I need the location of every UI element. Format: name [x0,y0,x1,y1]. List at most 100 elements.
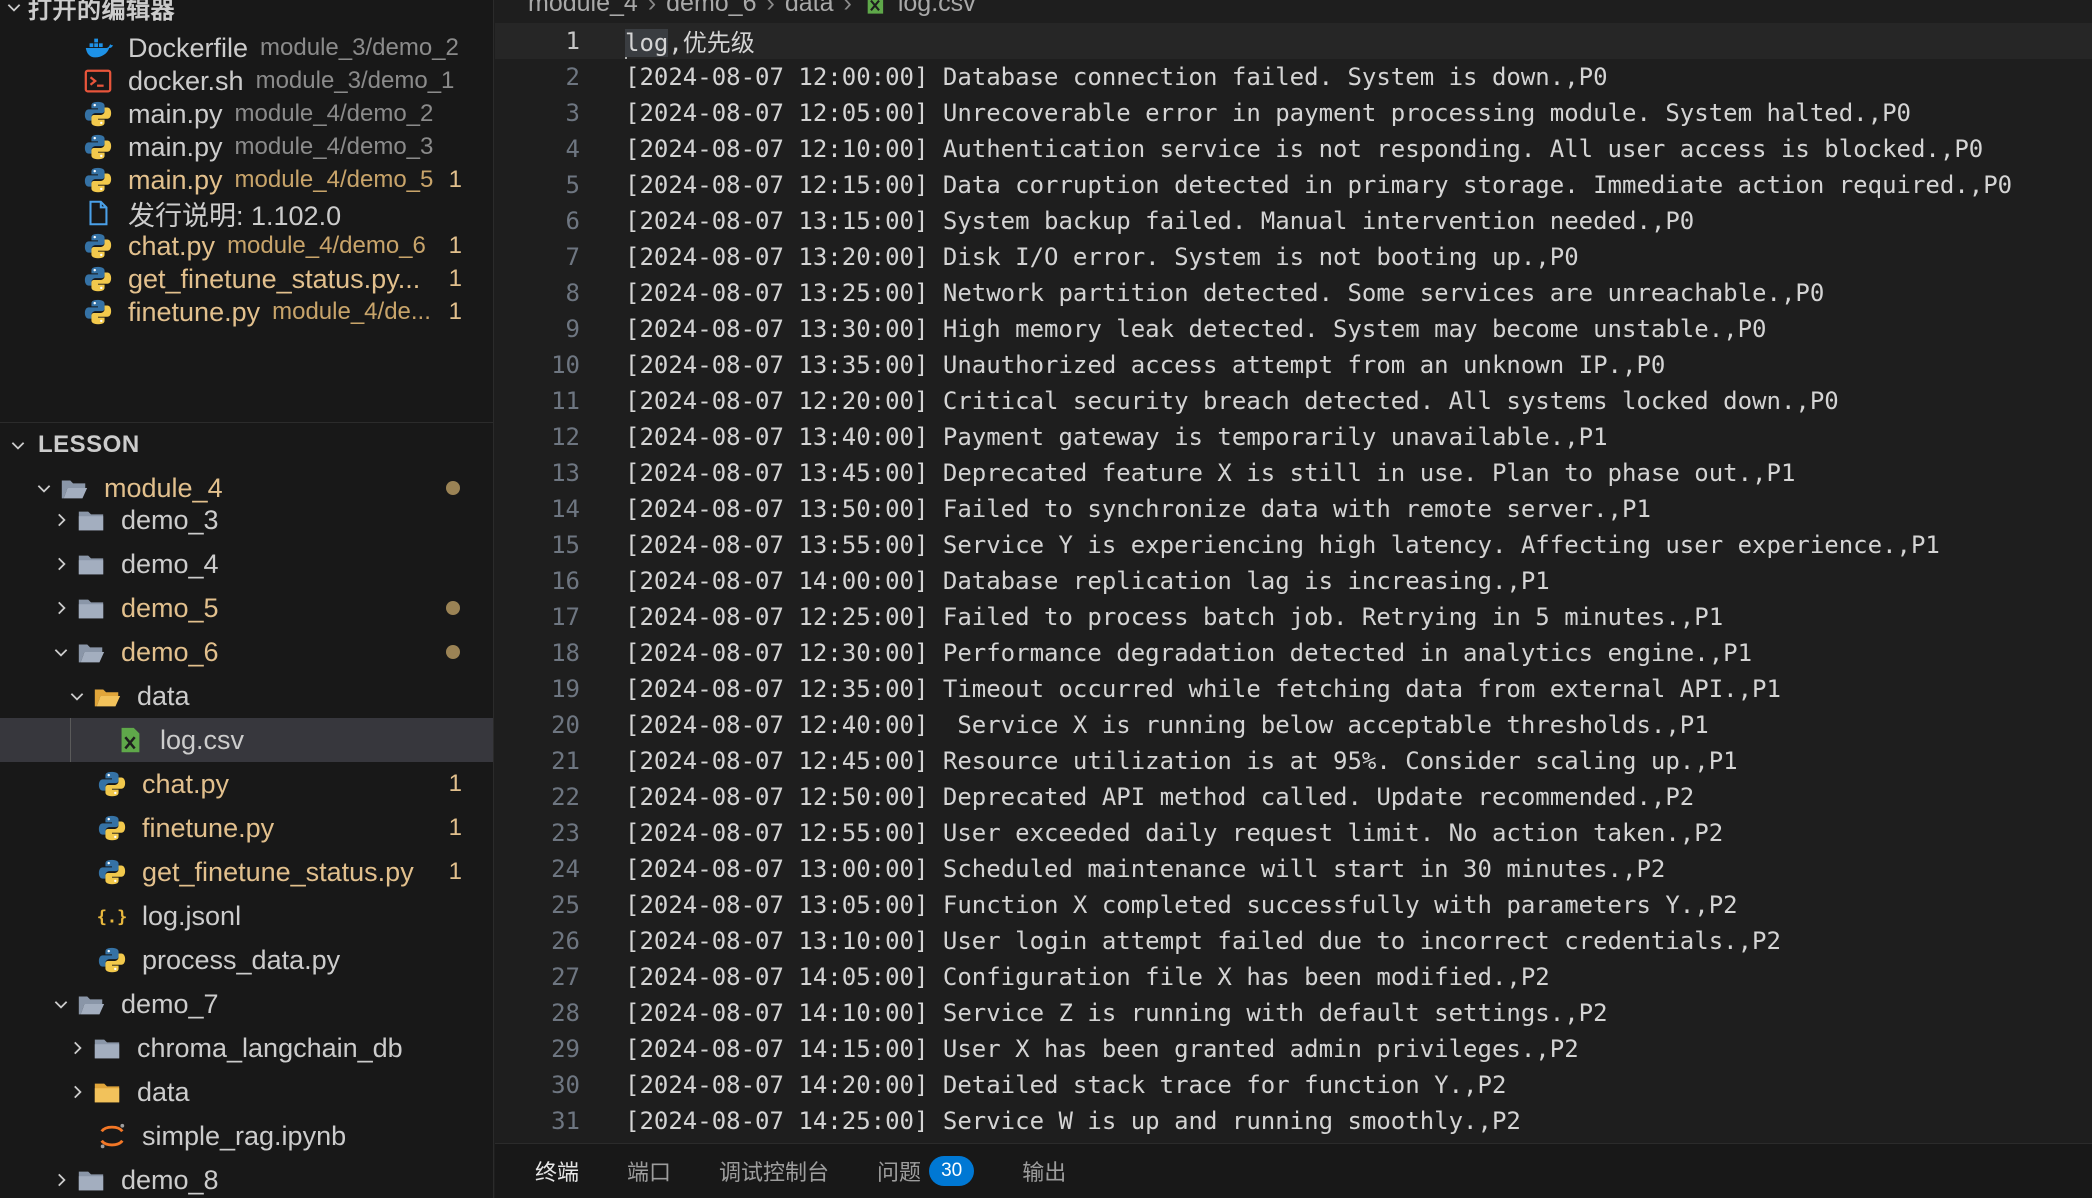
line-number: 18 [551,639,580,667]
line-text: [2024-08-07 13:25:00] Network partition … [625,279,1825,307]
tab-terminal[interactable]: 终端 [535,1144,579,1198]
code-line[interactable]: 27 [2024-08-07 14:05:00] Configuration fi… [495,959,1550,995]
code-line[interactable]: 17 [2024-08-07 12:25:00] Failed to proces… [495,599,1723,635]
tree-item-label: get_finetune_status.py [142,856,414,887]
code-line[interactable]: 28 [2024-08-07 14:10:00] Service Z is run… [495,995,1607,1031]
tree-file-process-data-py[interactable]: process_data.py [0,938,493,982]
tree-item-label: demo_4 [121,548,219,579]
line-text: [2024-08-07 13:05:00] Function X complet… [625,891,1738,919]
line-text: [2024-08-07 13:15:00] System backup fail… [625,207,1695,235]
code-line[interactable]: 4 [2024-08-07 12:10:00] Authentication se… [495,131,1984,167]
code-line[interactable]: 25 [2024-08-07 13:05:00] Function X compl… [495,887,1738,923]
tree-folder-demo-5[interactable]: demo_5 [0,586,493,630]
line-text: [2024-08-07 13:20:00] Disk I/O error. Sy… [625,243,1579,271]
chevron-right-icon [47,498,75,542]
code-line[interactable]: 8 [2024-08-07 13:25:00] Network partition… [495,275,1825,311]
code-line[interactable]: 24 [2024-08-07 13:00:00] Scheduled mainte… [495,851,1665,887]
tree-file-log-jsonl[interactable]: {.} log.jsonl [0,894,493,938]
tree-file-log-csv[interactable]: log.csv [0,718,493,762]
jupyter-icon [96,1114,128,1158]
chevron-right-icon: › [766,0,775,17]
folder-icon [91,1026,123,1070]
open-editors-header[interactable]: 打开的编辑器 [0,0,493,29]
code-line[interactable]: 14 [2024-08-07 13:50:00] Failed to synchr… [495,491,1651,527]
code-line[interactable]: 11 [2024-08-07 12:20:00] Critical securit… [495,383,1839,419]
code-line[interactable]: 13 [2024-08-07 13:45:00] Deprecated featu… [495,455,1795,491]
tree-folder-data[interactable]: data [0,674,493,718]
chevron-right-icon: › [843,0,852,17]
code-editor[interactable]: 1 log,优先级 2 [2024-08-07 12:00:00] Database … [495,23,2092,1143]
tree-folder-demo-3[interactable]: demo_3 [0,498,493,542]
code-line[interactable]: 19 [2024-08-07 12:35:00] Timeout occurred… [495,671,1781,707]
tree-folder-demo-6[interactable]: demo_6 [0,630,493,674]
lesson-section-header[interactable]: LESSON [0,422,493,466]
tree-folder-demo-7[interactable]: demo_7 [0,982,493,1026]
code-line[interactable]: 26 [2024-08-07 13:10:00] User login attem… [495,923,1781,959]
line-number: 10 [551,351,580,379]
code-line[interactable]: 21 [2024-08-07 12:45:00] Resource utiliza… [495,743,1738,779]
code-line[interactable]: 22 [2024-08-07 12:50:00] Deprecated API m… [495,779,1694,815]
code-line[interactable]: 30 [2024-08-07 14:20:00] Detailed stack t… [495,1067,1506,1103]
code-line[interactable]: 6 [2024-08-07 13:15:00] System backup fai… [495,203,1695,239]
line-number: 23 [551,819,580,847]
tree-file-chat-py[interactable]: chat.py 1 [0,762,493,806]
tree-folder-demo-4[interactable]: demo_4 [0,542,493,586]
code-line[interactable]: 10 [2024-08-07 13:35:00] Unauthorized acc… [495,347,1665,383]
csv-file-icon [114,718,146,762]
line-number: 12 [551,423,580,451]
breadcrumb-item[interactable]: demo_6 [666,0,756,18]
line-text: [2024-08-07 13:35:00] Unauthorized acces… [625,351,1666,379]
tab-problems[interactable]: 问题 30 [877,1144,975,1198]
file-path: module_4/demo_5 [234,166,434,193]
python-icon [96,762,128,806]
code-line[interactable]: 12 [2024-08-07 13:40:00] Payment gateway … [495,419,1608,455]
json-icon: {.} [96,894,128,938]
file-path: module_4/demo_2 [234,100,434,127]
code-line[interactable]: 5 [2024-08-07 12:15:00] Data corruption d… [495,167,2013,203]
tab-output[interactable]: 输出 [1022,1144,1066,1198]
code-line[interactable]: 23 [2024-08-07 12:55:00] User exceeded da… [495,815,1723,851]
code-line[interactable]: 1 log,优先级 [495,23,2092,59]
code-line[interactable]: 20 [2024-08-07 12:40:00] Service X is run… [495,707,1709,743]
code-line[interactable]: 2 [2024-08-07 12:00:00] Database connecti… [495,59,1608,95]
tab-debug-console[interactable]: 调试控制台 [719,1144,829,1198]
code-line[interactable]: 16 [2024-08-07 14:00:00] Database replica… [495,563,1550,599]
breadcrumb-item[interactable]: module_4 [528,0,638,18]
tree-folder-demo-8[interactable]: demo_8 [0,1158,493,1198]
line-number: 30 [551,1071,580,1099]
line-number: 21 [551,747,580,775]
open-editor-item[interactable]: finetune.py module_4/de... 1 [0,290,493,334]
line-text: [2024-08-07 13:40:00] Payment gateway is… [625,423,1608,451]
line-text: [2024-08-07 13:45:00] Deprecated feature… [625,459,1796,487]
line-text: [2024-08-07 12:45:00] Resource utilizati… [625,747,1738,775]
code-line[interactable]: 3 [2024-08-07 12:05:00] Unrecoverable err… [495,95,1911,131]
problems-count-badge: 30 [929,1156,975,1186]
tree-folder-chroma-langchain-db[interactable]: chroma_langchain_db [0,1026,493,1070]
code-line[interactable]: 9 [2024-08-07 13:30:00] High memory leak … [495,311,1767,347]
tree-item-label: demo_6 [121,636,219,667]
line-text: [2024-08-07 12:55:00] User exceeded dail… [625,819,1724,847]
tab-ports[interactable]: 端口 [627,1144,671,1198]
problem-count-badge: 1 [448,298,462,325]
tree-file-finetune-py[interactable]: finetune.py 1 [0,806,493,850]
file-path: module_4/demo_3 [234,133,434,160]
code-line[interactable]: 7 [2024-08-07 13:20:00] Disk I/O error. S… [495,239,1579,275]
breadcrumb-item[interactable]: data [785,0,834,18]
code-line[interactable]: 29 [2024-08-07 14:15:00] User X has been … [495,1031,1579,1067]
tree-item-label: chat.py [142,768,230,799]
code-line[interactable]: 15 [2024-08-07 13:55:00] Service Y is exp… [495,527,1940,563]
problem-count-badge: 1 [448,232,462,259]
line-number: 31 [551,1107,580,1135]
line-number: 2 [565,63,580,91]
bottom-panel: 终端 端口 调试控制台 问题 30 输出 [495,1143,2092,1198]
tree-folder-data-2[interactable]: data [0,1070,493,1114]
code-line[interactable]: 31 [2024-08-07 14:25:00] Service W is up … [495,1103,1521,1139]
chevron-right-icon [63,1070,91,1114]
line-text: [2024-08-07 12:10:00] Authentication ser… [625,135,1984,163]
breadcrumb-item[interactable]: log.csv [898,0,976,18]
tree-file-simple-rag-ipynb[interactable]: simple_rag.ipynb [0,1114,493,1158]
line-text: log,优先级 [625,29,755,59]
code-line[interactable]: 18 [2024-08-07 12:30:00] Performance degr… [495,635,1752,671]
tree-file-get-finetune-status-py[interactable]: get_finetune_status.py 1 [0,850,493,894]
modified-dot [446,601,460,615]
